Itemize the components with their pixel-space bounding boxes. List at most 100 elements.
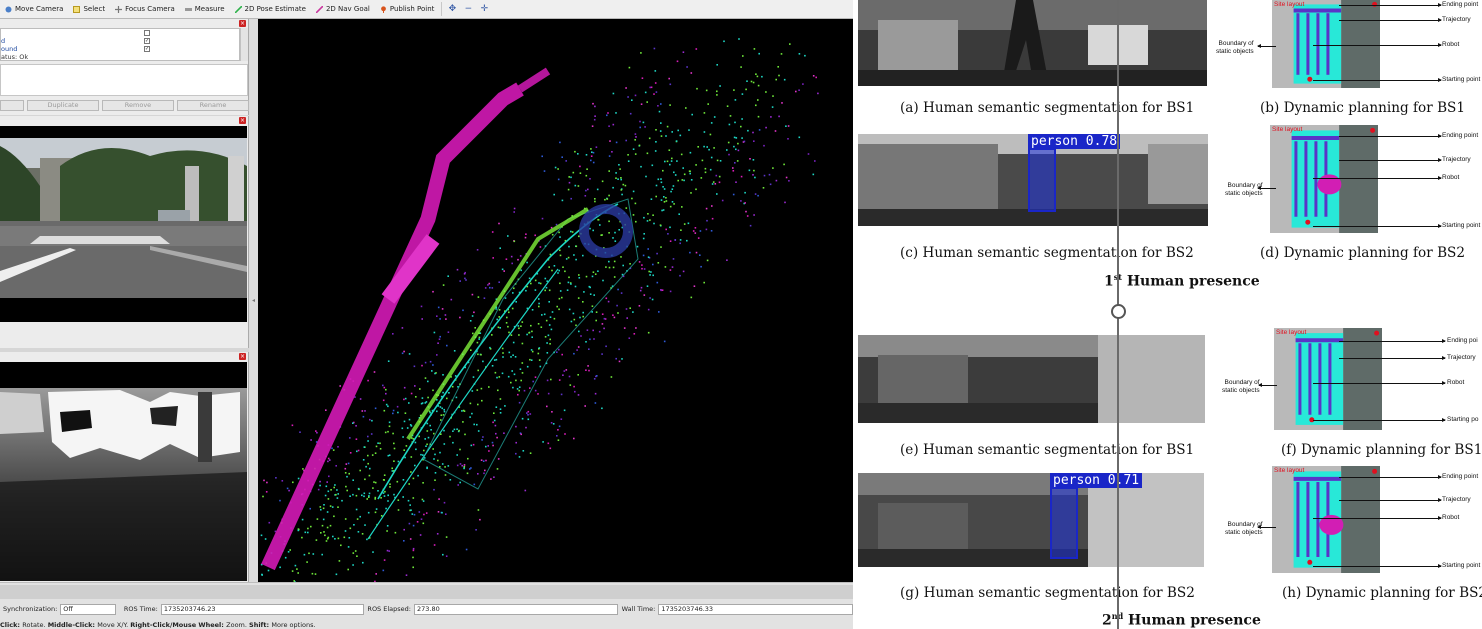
arrow xyxy=(1339,3,1442,7)
camera-image-view xyxy=(0,126,247,322)
arrow xyxy=(1257,525,1276,529)
caption-c: (c) Human semantic segmentation for BS2 xyxy=(900,245,1194,261)
detection-box-c xyxy=(1028,148,1056,212)
robot-label: Robot xyxy=(1442,174,1460,181)
trajectory-label: Trajectory xyxy=(1442,156,1471,163)
rename-button[interactable]: Rename xyxy=(177,100,249,111)
displays-panel: × d ✓ ound ✓ atus: Ok Duplicate Remove Ren… xyxy=(0,19,249,115)
ros-time-field[interactable]: 1735203746.23 xyxy=(160,603,365,615)
displays-tree: d ✓ ound ✓ atus: Ok xyxy=(0,28,240,61)
ending-point-label: Ending point xyxy=(1442,473,1479,480)
publish-point-icon xyxy=(380,5,387,13)
paper-figure: person 0.78 person 0.71 Site layout Site… xyxy=(853,0,1482,629)
arrow xyxy=(1339,158,1442,162)
caption-d: (d) Dynamic planning for BS2 xyxy=(1260,245,1466,261)
pose-estimate-icon xyxy=(233,4,243,14)
caption-g: (g) Human semantic segmentation for BS2 xyxy=(900,585,1195,601)
checkbox[interactable]: ✓ xyxy=(144,46,150,52)
rviz-window: Move Camera Select Focus Camera Measure … xyxy=(0,0,853,629)
segmentation-image-g: person 0.71 xyxy=(858,473,1204,567)
planning-map-b: Site layout xyxy=(1272,0,1380,88)
zoom-out-icon[interactable]: − xyxy=(460,0,476,19)
robot-label: Robot xyxy=(1447,379,1465,386)
arrow xyxy=(1313,224,1442,228)
arrow xyxy=(1339,356,1446,360)
checkbox[interactable] xyxy=(144,30,150,36)
move-icon[interactable]: ✥ xyxy=(444,0,460,19)
toolbar-separator xyxy=(441,2,443,16)
ros-time-label: ROS Time: xyxy=(123,605,158,613)
detection-label-g: person 0.71 xyxy=(1050,473,1143,488)
caption-h: (h) Dynamic planning for BS2 xyxy=(1282,585,1482,601)
arrow xyxy=(1339,339,1446,343)
presence-label-1: 1st Human presence xyxy=(1104,272,1260,290)
remove-button[interactable]: Remove xyxy=(102,100,174,111)
focus-camera-icon xyxy=(115,5,123,13)
arrow xyxy=(1313,516,1442,520)
zoom-in-icon[interactable]: ✛ xyxy=(476,0,492,19)
depth-image-view xyxy=(0,362,247,581)
arrow xyxy=(1339,18,1442,22)
detection-label-c: person 0.78 xyxy=(1028,134,1121,149)
select-icon xyxy=(73,5,81,13)
3d-view[interactable] xyxy=(258,19,853,582)
select-tool[interactable]: Select xyxy=(68,0,110,19)
close-icon[interactable]: × xyxy=(239,353,246,360)
nav-goal-icon xyxy=(315,4,324,14)
ros-elapsed-field[interactable]: 273.80 xyxy=(413,603,618,615)
measure-icon xyxy=(184,6,192,13)
sync-label: Synchronization: xyxy=(3,605,58,613)
move-camera-tool[interactable]: Move Camera xyxy=(0,0,68,19)
pose-estimate-tool[interactable]: 2D Pose Estimate xyxy=(230,0,311,19)
tree-row[interactable]: ound ✓ xyxy=(1,45,239,53)
close-icon[interactable]: × xyxy=(239,117,246,124)
measure-tool[interactable]: Measure xyxy=(180,0,230,19)
ending-point-label: Ending point xyxy=(1442,132,1479,139)
segmentation-image-e xyxy=(858,335,1205,423)
add-button[interactable] xyxy=(0,100,24,111)
ros-elapsed-label: ROS Elapsed: xyxy=(367,605,411,613)
nav-goal-tool[interactable]: 2D Nav Goal xyxy=(311,0,375,19)
trajectory-label: Trajectory xyxy=(1442,496,1471,503)
display-buttons: Duplicate Remove Rename xyxy=(0,100,249,112)
tree-row[interactable] xyxy=(1,29,239,37)
segmentation-image-a xyxy=(858,0,1207,86)
detection-box-g xyxy=(1050,487,1078,559)
trajectory-label: Trajectory xyxy=(1447,354,1476,361)
time-row: Synchronization: Off ROS Time: 173520374… xyxy=(0,602,853,616)
planning-map-h: Site layout xyxy=(1272,466,1380,573)
duplicate-button[interactable]: Duplicate xyxy=(27,100,99,111)
status-hint: Click: Rotate. Middle-Click: Move X/Y. R… xyxy=(0,621,316,629)
time-panel-header xyxy=(0,585,853,599)
time-panel: Synchronization: Off ROS Time: 173520374… xyxy=(0,582,853,629)
starting-point-label: Starting point xyxy=(1442,562,1481,569)
arrow xyxy=(1339,475,1442,479)
presence-label-2: 2nd Human presence xyxy=(1102,611,1261,629)
caption-b: (b) Dynamic planning for BS1 xyxy=(1260,100,1466,116)
arrow xyxy=(1313,78,1442,82)
robot-label: Robot xyxy=(1442,514,1460,521)
arrow xyxy=(1313,564,1442,568)
close-icon[interactable]: × xyxy=(239,20,246,27)
tree-scrollbar[interactable] xyxy=(240,28,248,61)
checkbox[interactable]: ✓ xyxy=(144,38,150,44)
tree-row[interactable]: atus: Ok xyxy=(1,53,239,61)
wall-time-field[interactable]: 1735203746.33 xyxy=(658,603,853,615)
depth-image-panel: × xyxy=(0,352,249,582)
starting-point-label: Starting po xyxy=(1447,416,1479,423)
tree-row[interactable]: d ✓ xyxy=(1,37,239,45)
ending-point-label: Ending point xyxy=(1442,1,1479,8)
arrow xyxy=(1313,176,1442,180)
planning-map-d: Site layout xyxy=(1270,125,1378,233)
timeline-node xyxy=(1111,304,1126,319)
boundary-label: Boundary of static objects xyxy=(1222,379,1260,394)
display-description xyxy=(0,64,248,96)
arrow xyxy=(1257,186,1276,190)
wall-time-label: Wall Time: xyxy=(621,605,656,613)
focus-camera-tool[interactable]: Focus Camera xyxy=(110,0,180,19)
publish-point-tool[interactable]: Publish Point xyxy=(375,0,440,19)
ending-point-label: Ending poi xyxy=(1447,337,1478,344)
sync-select[interactable]: Off xyxy=(60,603,116,615)
panel-splitter[interactable]: ◂ xyxy=(249,19,258,582)
caption-a: (a) Human semantic segmentation for BS1 xyxy=(900,100,1195,116)
